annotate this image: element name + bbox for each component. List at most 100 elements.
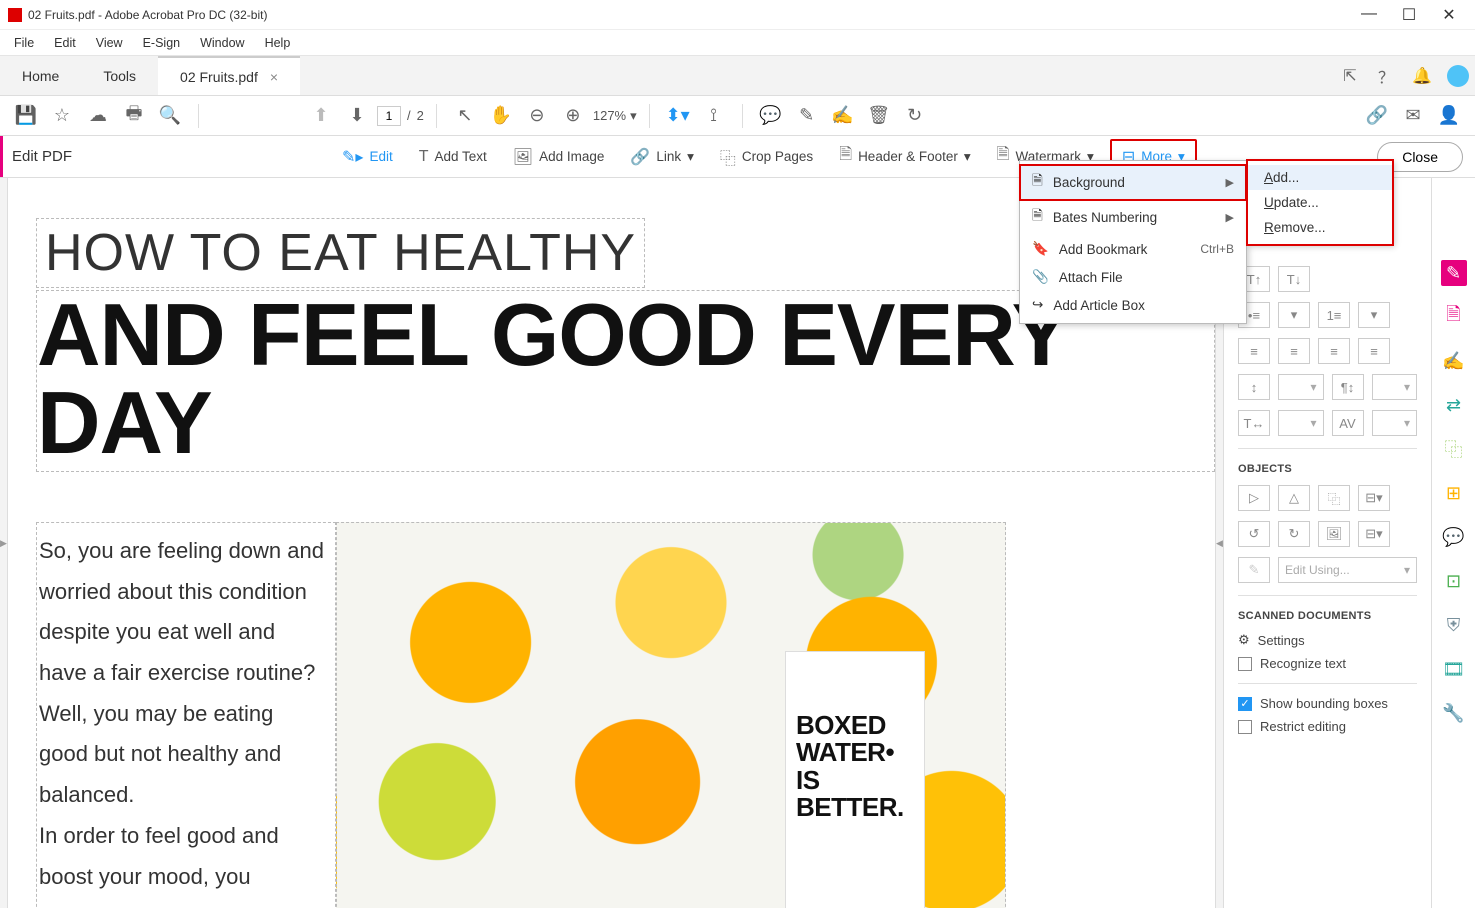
body-text-box[interactable]: So, you are feeling down and worried abo… <box>36 522 336 908</box>
read-mode-icon[interactable]: ⟟ <box>698 100 730 132</box>
menu-file[interactable]: File <box>4 32 44 54</box>
zoom-level[interactable]: 127% ▾ <box>593 108 637 124</box>
accent-stripe <box>0 136 3 177</box>
zoom-in-icon[interactable]: ⊕ <box>557 100 589 132</box>
horizontal-scale[interactable]: T↔ <box>1238 410 1270 436</box>
char-spacing[interactable]: AV <box>1332 410 1364 436</box>
organize-icon[interactable]: ⿻ <box>1441 436 1467 462</box>
edit-pdf-sidestrip-icon[interactable]: ✎ <box>1441 260 1467 286</box>
menu-view[interactable]: View <box>86 32 133 54</box>
dropdown-background[interactable]: 🗎Background▶ <box>1020 165 1246 200</box>
find-icon[interactable]: 🔍 <box>154 100 186 132</box>
submenu-add[interactable]: Add... <box>1248 165 1392 190</box>
print-icon[interactable]: 🖶 <box>118 100 150 132</box>
heading-box-1[interactable]: HOW TO EAT HEALTHY <box>36 218 645 288</box>
link-tool[interactable]: 🔗Link ▾ <box>620 141 703 173</box>
export-pdf-icon[interactable]: ⇄ <box>1441 392 1467 418</box>
list-bullet-dd[interactable]: ▾ <box>1278 302 1310 328</box>
minimize-button[interactable]: — <box>1359 5 1379 25</box>
sign-sidestrip-icon[interactable]: ✍ <box>1441 348 1467 374</box>
dropdown-bookmark[interactable]: 🔖Add BookmarkCtrl+B <box>1020 235 1246 263</box>
sign-icon[interactable]: ✍ <box>827 100 859 132</box>
dropdown-article[interactable]: ↪Add Article Box <box>1020 291 1246 319</box>
menu-edit[interactable]: Edit <box>44 32 86 54</box>
page-current-input[interactable] <box>377 106 401 126</box>
font-size-smaller[interactable]: T↓ <box>1278 266 1310 292</box>
menu-window[interactable]: Window <box>190 32 254 54</box>
tab-tools[interactable]: Tools <box>81 56 158 95</box>
maximize-button[interactable]: ☐ <box>1399 5 1419 25</box>
para-spacing[interactable]: ¶↕ <box>1332 374 1364 400</box>
cloud-upload-icon[interactable]: ☁ <box>82 100 114 132</box>
email-icon[interactable]: ✉ <box>1397 100 1429 132</box>
restrict-editing-checkbox[interactable]: Restrict editing <box>1238 719 1417 734</box>
page-up-icon[interactable]: ⬆ <box>305 100 337 132</box>
dropdown-bates[interactable]: 🗎Bates Numbering▶ <box>1020 200 1246 235</box>
share-screen-icon[interactable]: ⇱ <box>1339 65 1361 87</box>
rich-media-icon[interactable]: 🎞 <box>1441 656 1467 682</box>
align-obj-icon[interactable]: ⊟▾ <box>1358 485 1390 511</box>
comment-sidestrip-icon[interactable]: 💬 <box>1441 524 1467 550</box>
pointer-icon[interactable]: ↖ <box>449 100 481 132</box>
protect-icon[interactable]: ⛨ <box>1441 612 1467 638</box>
star-icon[interactable]: ☆ <box>46 100 78 132</box>
header-footer-tool[interactable]: 🗎Header & Footer ▾ <box>829 137 980 176</box>
para-spacing-combo[interactable]: ▾ <box>1372 374 1418 400</box>
help-icon[interactable]: ？ <box>1375 65 1397 87</box>
menu-esign[interactable]: E-Sign <box>133 32 191 54</box>
combine-icon[interactable]: ⊞ <box>1441 480 1467 506</box>
dropdown-attach[interactable]: 📎Attach File <box>1020 263 1246 291</box>
zoom-out-icon[interactable]: ⊖ <box>521 100 553 132</box>
more-tools-icon[interactable]: 🔧 <box>1441 700 1467 726</box>
rotate-ccw-icon[interactable]: ↺ <box>1238 521 1270 547</box>
line-spacing-combo[interactable]: ▾ <box>1278 374 1324 400</box>
add-image-tool[interactable]: 🖼Add Image <box>503 141 615 173</box>
submenu-update[interactable]: Update... <box>1248 190 1392 215</box>
avatar[interactable] <box>1447 65 1469 87</box>
tab-close-icon[interactable]: × <box>270 69 278 85</box>
flip-h-icon[interactable]: ▷ <box>1238 485 1270 511</box>
add-text-tool[interactable]: TAdd Text <box>409 142 497 172</box>
align-right[interactable]: ≡ <box>1318 338 1350 364</box>
flip-v-icon[interactable]: △ <box>1278 485 1310 511</box>
settings-row[interactable]: ⚙Settings <box>1238 632 1417 648</box>
edit-using-combo[interactable]: Edit Using...▾ <box>1278 557 1417 583</box>
submenu-remove[interactable]: Remove... <box>1248 215 1392 240</box>
tab-document[interactable]: 02 Fruits.pdf × <box>158 56 300 95</box>
crop-tool[interactable]: ⿻Crop Pages <box>710 139 823 175</box>
replace-img-icon[interactable]: 🖼 <box>1318 521 1350 547</box>
delete-icon[interactable]: 🗑 <box>863 100 895 132</box>
line-spacing[interactable]: ↕ <box>1238 374 1270 400</box>
recognize-text-checkbox[interactable]: Recognize text <box>1238 656 1417 671</box>
hscale-combo[interactable]: ▾ <box>1278 410 1324 436</box>
save-icon[interactable]: 💾 <box>10 100 42 132</box>
arrange-icon[interactable]: ⊟▾ <box>1358 521 1390 547</box>
people-icon[interactable]: 👤 <box>1433 100 1465 132</box>
align-center[interactable]: ≡ <box>1278 338 1310 364</box>
crop-obj-icon[interactable]: ⿻ <box>1318 485 1350 511</box>
fruits-image[interactable]: BOXED WATER• IS BETTER. <box>336 522 1006 908</box>
list-number[interactable]: 1≡ <box>1318 302 1350 328</box>
link-share-icon[interactable]: 🔗 <box>1361 100 1393 132</box>
scan-icon[interactable]: ⊡ <box>1441 568 1467 594</box>
align-justify[interactable]: ≡ <box>1358 338 1390 364</box>
close-window-button[interactable]: ✕ <box>1439 5 1459 25</box>
rotate-cw-icon[interactable]: ↻ <box>1278 521 1310 547</box>
create-pdf-icon[interactable]: 🗎 <box>1441 304 1467 330</box>
page-down-icon[interactable]: ⬇ <box>341 100 373 132</box>
cspace-combo[interactable]: ▾ <box>1372 410 1418 436</box>
hand-icon[interactable]: ✋ <box>485 100 517 132</box>
highlight-icon[interactable]: ✎ <box>791 100 823 132</box>
show-bounding-checkbox[interactable]: ✓Show bounding boxes <box>1238 696 1417 711</box>
rotate-icon[interactable]: ↻ <box>899 100 931 132</box>
fit-width-icon[interactable]: ⬍▾ <box>662 100 694 132</box>
chevron-right-icon: ▶ <box>1226 211 1234 224</box>
menu-help[interactable]: Help <box>255 32 301 54</box>
left-gutter[interactable]: ▶ <box>0 178 8 908</box>
align-left[interactable]: ≡ <box>1238 338 1270 364</box>
edit-tool[interactable]: ✎▸Edit <box>332 141 403 173</box>
tab-home[interactable]: Home <box>0 56 81 95</box>
comment-icon[interactable]: 💬 <box>755 100 787 132</box>
notifications-icon[interactable]: 🔔 <box>1411 65 1433 87</box>
list-number-dd[interactable]: ▾ <box>1358 302 1390 328</box>
